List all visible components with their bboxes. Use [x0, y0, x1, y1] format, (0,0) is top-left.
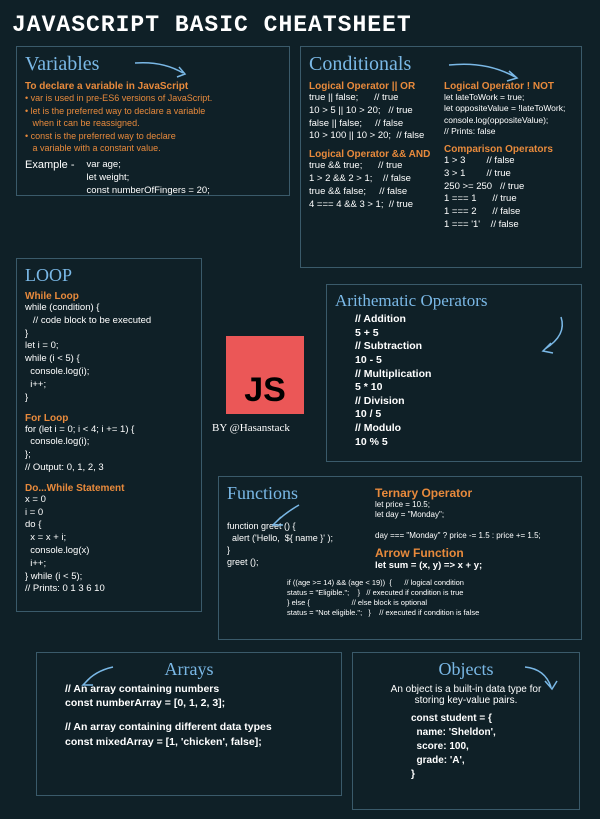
comp-body: 1 > 3 // false 3 > 1 // true 250 >= 250 …: [444, 155, 573, 232]
arrays-code2: const mixedArray = [1, 'chicken', false]…: [65, 735, 333, 749]
while-body: while (condition) { // code block to be …: [25, 302, 193, 405]
arrays-section: Arrays // An array containing numbers co…: [36, 652, 342, 796]
for-heading: For Loop: [25, 413, 193, 424]
ternary-heading: Ternary Operator: [375, 486, 573, 500]
arrow-fn-body: let sum = (x, y) => x + y;: [375, 560, 573, 573]
and-body: true && true; // true 1 > 2 && 2 > 1; //…: [309, 160, 438, 211]
arrays-comment1: // An array containing numbers: [65, 682, 333, 696]
js-logo: JS: [226, 336, 304, 414]
page-title: JAVASCRIPT BASIC CHEATSHEET: [12, 12, 588, 38]
for-body: for (let i = 0; i < 4; i += 1) { console…: [25, 424, 193, 475]
arrays-code1: const numberArray = [0, 1, 2, 3];: [65, 696, 333, 710]
conditionals-heading: Conditionals: [309, 53, 411, 76]
variables-heading: Variables: [25, 53, 99, 76]
variables-bullet: • let is the preferred way to declare a …: [25, 105, 281, 130]
variables-bullet: • const is the preferred way to declare …: [25, 130, 281, 155]
functions-heading: Functions: [227, 483, 298, 504]
dowhile-heading: Do...While Statement: [25, 483, 193, 494]
example-label: Example -: [25, 159, 75, 197]
dowhile-body: x = 0 i = 0 do { x = x + i; console.log(…: [25, 494, 193, 597]
variables-intro: To declare a variable in JavaScript: [25, 81, 281, 92]
arrays-heading: Arrays: [165, 659, 214, 680]
not-body: let lateToWork = true; let oppositeValue…: [444, 92, 573, 138]
byline: BY @Hasanstack: [212, 422, 290, 434]
ternary-body: let price = 10.5; let day = "Monday"; da…: [375, 500, 573, 542]
arrays-comment2: // An array containing different data ty…: [65, 720, 333, 734]
objects-section: Objects An object is a built-in data typ…: [352, 652, 580, 810]
or-body: true || false; // true 10 > 5 || 10 > 20…: [309, 92, 438, 143]
functions-body: function greet () { alert ('Hello, ${ na…: [227, 520, 367, 569]
comp-heading: Comparison Operators: [444, 144, 573, 155]
arrow-fn-heading: Arrow Function: [375, 546, 573, 560]
arithmetic-heading: Arithematic Operators: [335, 291, 487, 311]
arithmetic-section: Arithematic Operators // Addition 5 + 5 …: [326, 284, 582, 462]
variables-section: Variables To declare a variable in JavaS…: [16, 46, 290, 196]
and-heading: Logical Operator && AND: [309, 149, 438, 160]
loop-section: LOOP While Loop while (condition) { // c…: [16, 258, 202, 612]
loop-heading: LOOP: [25, 265, 72, 286]
objects-heading: Objects: [439, 659, 494, 680]
not-heading: Logical Operator ! NOT: [444, 81, 573, 92]
objects-desc: An object is a built-in data type for st…: [361, 684, 571, 706]
variables-bullet: • var is used in pre-ES6 versions of Jav…: [25, 92, 281, 105]
conditionals-section: Conditionals Logical Operator || OR true…: [300, 46, 582, 268]
ifelse-body: if ((age >= 14) && (age < 19)) { // logi…: [287, 578, 573, 617]
arrow-icon: [133, 59, 193, 83]
objects-body: const student = { name: 'Sheldon', score…: [411, 712, 571, 782]
or-heading: Logical Operator || OR: [309, 81, 438, 92]
while-heading: While Loop: [25, 291, 193, 302]
functions-section: Functions function greet () { alert ('He…: [218, 476, 582, 640]
variables-example: var age; let weight; const numberOfFinge…: [87, 159, 210, 197]
arithmetic-body: // Addition 5 + 5 // Subtraction 10 - 5 …: [355, 313, 573, 449]
